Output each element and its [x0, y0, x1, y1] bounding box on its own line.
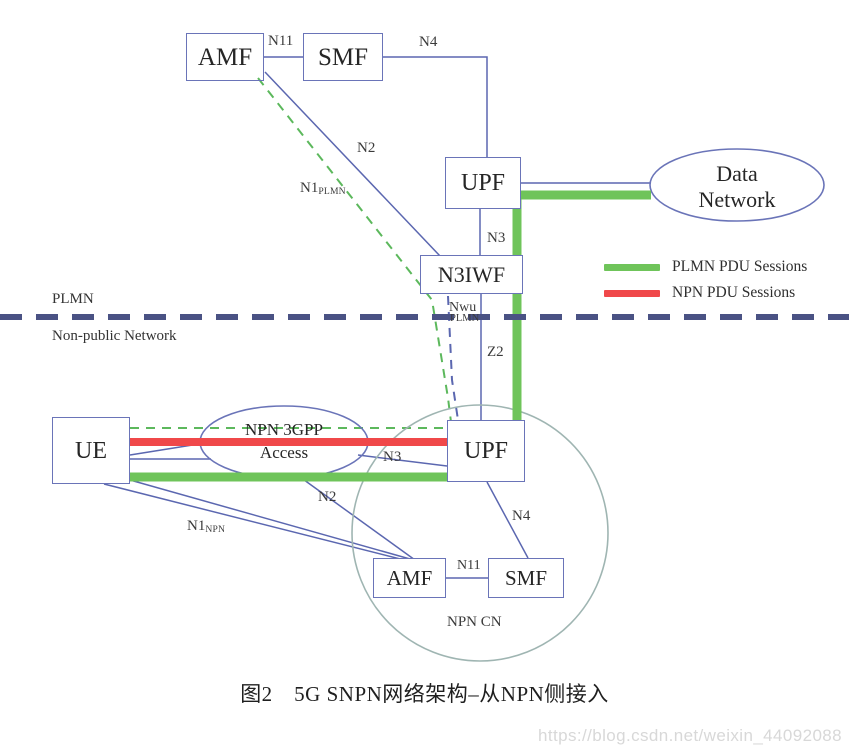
label-n3-npn: N3 [383, 449, 402, 465]
link-ue-amfnpn-n1npn [129, 479, 411, 560]
plmn-pdu-session-path [130, 190, 651, 482]
node-smf-plmn-label: SMF [317, 43, 369, 71]
data-network-ellipse [649, 148, 825, 222]
csdn-watermark: https://blog.csdn.net/weixin_44092088 [538, 726, 843, 745]
label-plmn-domain: PLMN [52, 291, 94, 307]
legend-swatch-plmn-icon [604, 263, 660, 271]
node-upf-npn-label: UPF [463, 438, 509, 464]
label-n4-plmn: N4 [419, 34, 438, 50]
label-n1-plmn-sub: PLMN [318, 186, 346, 197]
label-n11-npn: N11 [457, 558, 481, 573]
label-n1-plmn: N1PLMN [300, 180, 346, 197]
node-upf-plmn[interactable]: UPF [445, 157, 521, 209]
legend-item-npn-pdu-sessions: NPN PDU Sessions [604, 280, 807, 306]
node-amf-npn-label: AMF [386, 565, 433, 590]
label-non-public-network-domain: Non-public Network [52, 328, 177, 344]
label-n4-npn: N4 [512, 508, 531, 524]
legend-label-plmn-pdu-sessions: PLMN PDU Sessions [672, 258, 808, 275]
link-amf-n3iwf-n2 [264, 71, 441, 257]
legend-label-npn-pdu-sessions: NPN PDU Sessions [672, 284, 796, 301]
dashed-green-n1plmn-lines [130, 77, 453, 431]
label-n2-plmn: N2 [357, 140, 376, 156]
plmn-session-line [130, 190, 651, 482]
figure-container: AMF SMF UPF N3IWF UE UPF AMF SMF Data Ne… [0, 0, 849, 753]
legend-item-plmn-pdu-sessions: PLMN PDU Sessions [604, 254, 807, 280]
node-amf-plmn[interactable]: AMF [186, 33, 264, 81]
label-n1-npn-sub: NPN [205, 524, 226, 535]
label-nwu-plmn: Nwu PLMN [449, 301, 480, 325]
legend-swatch-npn-icon [604, 289, 660, 297]
label-n1-npn-base: N1 [187, 518, 206, 534]
label-n2-npn: N2 [318, 489, 337, 505]
label-z2: Z2 [487, 344, 504, 360]
signalling-n1plmn [257, 77, 453, 431]
node-amf-plmn-label: AMF [197, 43, 253, 71]
npn-cn-label: NPN CN [447, 614, 502, 630]
link-smf-upf-n4 [383, 56, 488, 157]
node-amf-npn[interactable]: AMF [373, 558, 446, 598]
link-ue-amfnpn-n1npn-2 [103, 483, 413, 563]
label-n3-plmn: N3 [487, 230, 506, 246]
node-smf-npn-label: SMF [504, 565, 548, 590]
node-smf-npn[interactable]: SMF [488, 558, 564, 598]
node-ue-label: UE [75, 437, 107, 464]
label-nwu-plmn-sub: PLMN [450, 313, 480, 325]
label-n11-plmn: N11 [268, 33, 294, 49]
node-n3iwf-label: N3IWF [437, 261, 506, 287]
diagram-line-layer [0, 56, 849, 662]
node-upf-npn[interactable]: UPF [447, 420, 525, 482]
node-ue[interactable]: UE [52, 417, 130, 484]
legend: PLMN PDU Sessions NPN PDU Sessions [604, 254, 807, 306]
node-upf-plmn-label: UPF [460, 170, 506, 196]
figure-caption: 图2 5G SNPN网络架构–从NPN侧接入 [240, 682, 609, 706]
node-smf-plmn[interactable]: SMF [303, 33, 383, 81]
node-n3iwf[interactable]: N3IWF [420, 255, 523, 294]
label-n1-plmn-base: N1 [300, 180, 319, 196]
label-n1-npn: N1NPN [187, 518, 225, 535]
